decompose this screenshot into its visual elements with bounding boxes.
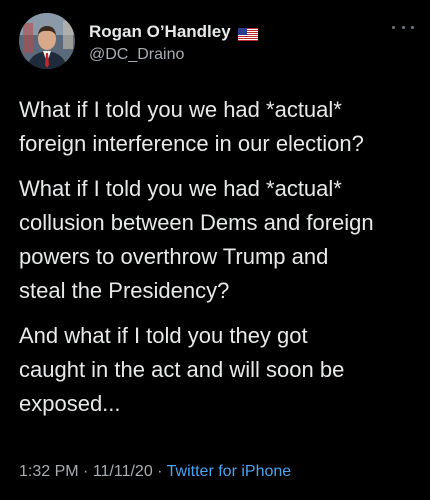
- tweet-line: exposed...: [19, 391, 121, 416]
- tweet-time[interactable]: 1:32 PM: [19, 463, 79, 480]
- more-options-icon[interactable]: [392, 22, 414, 32]
- avatar[interactable]: [19, 13, 75, 69]
- meta-separator: ·: [78, 463, 93, 480]
- tweet-card: Rogan O’Handley @DC_Draino What if I tol…: [0, 0, 430, 500]
- tweet-paragraph-3: And what if I told you they got caught i…: [19, 319, 419, 421]
- tweet-line: caught in the act and will soon be: [19, 357, 345, 382]
- tweet-date[interactable]: 11/11/20: [93, 463, 153, 480]
- tweet-source-link[interactable]: Twitter for iPhone: [167, 463, 292, 480]
- tweet-text: What if I told you we had *actual* forei…: [19, 93, 419, 432]
- tweet-line: collusion between Dems and foreign: [19, 210, 374, 235]
- tweet-line: powers to overthrow Trump and: [19, 244, 329, 269]
- tweet-meta: 1:32 PM · 11/11/20 · Twitter for iPhone: [19, 463, 291, 481]
- tweet-line: And what if I told you they got: [19, 323, 308, 348]
- tweet-line: What if I told you we had *actual*: [19, 97, 342, 122]
- tweet-line: foreign interference in our election?: [19, 131, 364, 156]
- user-handle[interactable]: @DC_Draino: [89, 46, 184, 64]
- display-name[interactable]: Rogan O’Handley: [89, 22, 258, 42]
- tweet-paragraph-2: What if I told you we had *actual* collu…: [19, 172, 419, 308]
- display-name-text: Rogan O’Handley: [89, 22, 231, 41]
- meta-separator: ·: [152, 463, 167, 480]
- us-flag-icon: [237, 26, 258, 41]
- tweet-line: What if I told you we had *actual*: [19, 176, 342, 201]
- tweet-paragraph-1: What if I told you we had *actual* forei…: [19, 93, 419, 161]
- tweet-line: steal the Presidency?: [19, 278, 230, 303]
